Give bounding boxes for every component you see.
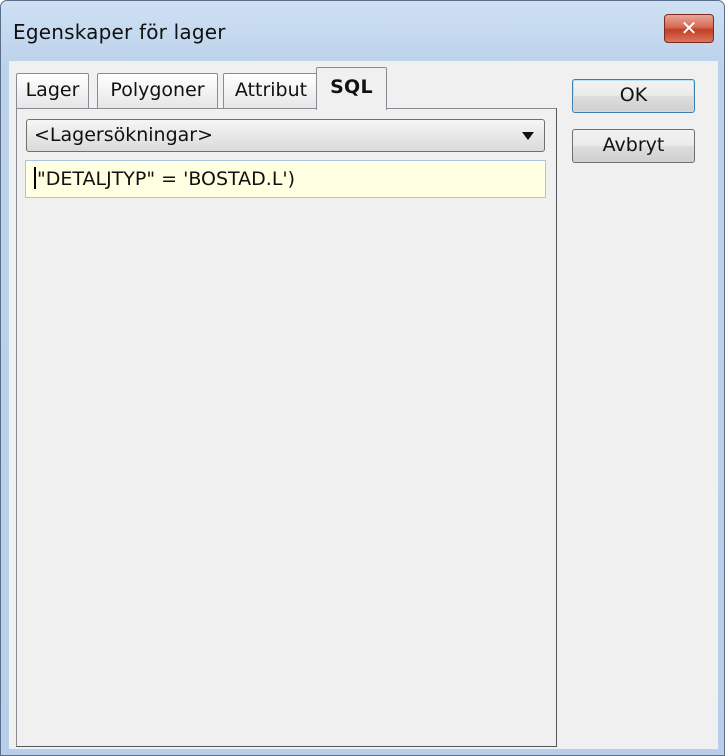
cancel-button[interactable]: Avbryt — [572, 129, 695, 163]
tab-polygoner[interactable]: Polygoner — [97, 73, 218, 109]
tab-lager[interactable]: Lager — [16, 73, 89, 109]
tab-attribut[interactable]: Attribut — [223, 73, 319, 109]
tab-sql[interactable]: SQL — [316, 67, 387, 110]
tab-label: Attribut — [234, 79, 308, 101]
dialog-client-area: Lager Polygoner Attribut SQL <Lagersökni… — [9, 61, 718, 749]
dialog-window: Egenskaper för lager ✕ Lager Polygoner A… — [0, 0, 725, 756]
dropdown-selected-value: <Lagersökningar> — [34, 124, 214, 146]
title-bar[interactable]: Egenskaper för lager ✕ — [1, 1, 724, 61]
text-caret — [34, 167, 36, 189]
tab-page-sql: <Lagersökningar> "DETALJTYP" = 'BOSTAD.L… — [16, 108, 557, 747]
dropdown-arrow-icon — [522, 132, 534, 140]
tab-label: SQL — [330, 76, 373, 98]
window-title: Egenskaper för lager — [13, 20, 226, 44]
ok-button[interactable]: OK — [572, 79, 695, 113]
sql-query-field[interactable]: "DETALJTYP" = 'BOSTAD.L') — [25, 160, 546, 198]
close-icon: ✕ — [680, 16, 698, 40]
sql-query-text: "DETALJTYP" = 'BOSTAD.L') — [37, 168, 296, 190]
ok-button-label: OK — [619, 84, 648, 106]
tab-label: Polygoner — [110, 79, 205, 101]
close-button[interactable]: ✕ — [664, 14, 714, 43]
cancel-button-label: Avbryt — [602, 134, 665, 156]
saved-queries-dropdown[interactable]: <Lagersökningar> — [26, 119, 545, 152]
tab-label: Lager — [25, 79, 80, 101]
